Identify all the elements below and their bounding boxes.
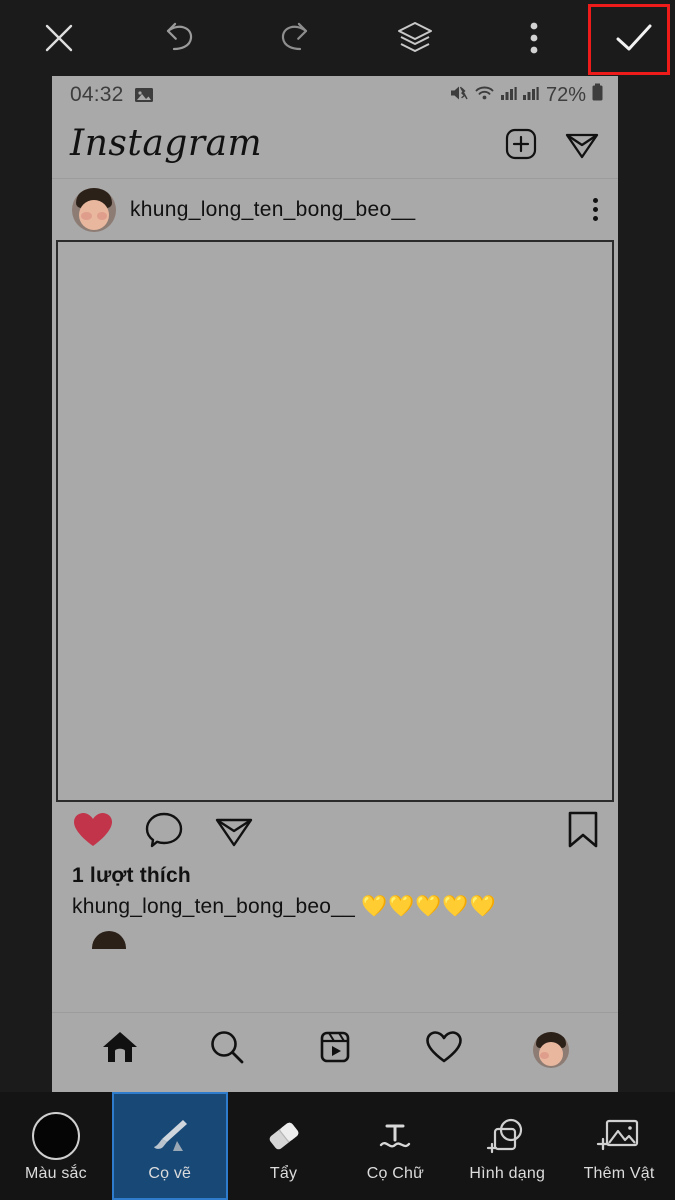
nav-profile-avatar[interactable] <box>533 1031 570 1068</box>
post-caption-block: 1 lượt thích khung_long_ten_bong_beo__ 💛💛… <box>52 862 618 949</box>
nav-home-button[interactable] <box>101 1029 139 1070</box>
tool-eraser[interactable]: Tẩy <box>228 1092 340 1200</box>
add-image-icon <box>596 1114 642 1158</box>
paint-brush-icon <box>149 1114 191 1158</box>
post-action-row <box>52 802 618 862</box>
instagram-bottom-nav <box>52 1012 618 1086</box>
signal-bars-icon-2 <box>522 84 539 107</box>
tool-object-label: Thêm Vật <box>583 1164 655 1182</box>
tool-brush-label: Cọ vẽ <box>148 1164 192 1182</box>
tool-color-label: Màu sắc <box>24 1164 87 1182</box>
tool-shape[interactable]: Hình dạng <box>451 1092 563 1200</box>
nav-activity-button[interactable] <box>424 1029 464 1070</box>
editor-top-toolbar <box>0 0 675 75</box>
nav-search-button[interactable] <box>208 1029 246 1070</box>
post-username[interactable]: khung_long_ten_bong_beo__ <box>130 198 415 222</box>
nav-reels-button[interactable] <box>316 1029 354 1070</box>
save-button[interactable] <box>566 810 600 855</box>
editor-tool-bar: Màu sắc Cọ vẽ Tẩy Cọ Chữ Hình dạng Thêm … <box>0 1092 675 1200</box>
tool-eraser-label: Tẩy <box>269 1164 298 1182</box>
layers-icon <box>394 18 436 58</box>
tool-brush[interactable]: Cọ vẽ <box>111 1092 228 1200</box>
color-circle-icon <box>31 1111 80 1160</box>
instagram-logo: Instagram <box>70 123 263 164</box>
status-right-icons: 72% <box>449 83 604 107</box>
screenshot-image-icon <box>134 86 154 104</box>
like-button[interactable] <box>72 811 114 854</box>
post-media[interactable] <box>56 240 614 802</box>
caption-author[interactable]: khung_long_ten_bong_beo__ <box>72 895 355 918</box>
more-vertical-icon <box>529 21 539 55</box>
tool-shape-label: Hình dạng <box>469 1164 546 1182</box>
close-icon <box>42 21 76 55</box>
signal-bars-icon <box>500 84 517 107</box>
text-brush-icon <box>373 1114 417 1158</box>
screen-editor-root: 04:32 72% Instagram khung_long_ten_bong_… <box>0 0 675 1200</box>
tool-text[interactable]: Cọ Chữ <box>339 1092 451 1200</box>
wifi-icon <box>474 84 495 107</box>
post-header: khung_long_ten_bong_beo__ <box>52 178 618 240</box>
check-icon <box>612 20 656 56</box>
eraser-icon <box>262 1114 306 1158</box>
instagram-header-actions <box>504 127 600 166</box>
direct-message-icon[interactable] <box>564 127 600 166</box>
tool-text-label: Cọ Chữ <box>366 1164 425 1182</box>
redo-icon <box>276 21 316 55</box>
undo-icon <box>158 21 198 55</box>
caption-emoji: 💛💛💛💛💛 <box>360 894 497 918</box>
share-button[interactable] <box>214 811 254 854</box>
comment-composer-avatar <box>92 931 126 949</box>
comment-button[interactable] <box>144 811 184 854</box>
likes-count[interactable]: 1 lượt thích <box>72 864 598 888</box>
battery-percent-label: 72% <box>545 83 586 106</box>
add-shape-icon <box>485 1114 529 1158</box>
battery-icon <box>591 83 604 107</box>
avatar[interactable] <box>72 187 116 232</box>
phone-status-bar: 04:32 72% <box>52 76 618 114</box>
instagram-header: Instagram <box>52 114 618 178</box>
screenshot-canvas[interactable]: 04:32 72% Instagram khung_long_ten_bong_… <box>52 76 618 1086</box>
mute-vibrate-icon <box>449 84 469 107</box>
status-time: 04:32 <box>70 83 124 106</box>
tool-add-object[interactable]: Thêm Vật <box>563 1092 675 1200</box>
undo-button[interactable] <box>119 0 238 75</box>
redo-button[interactable] <box>237 0 356 75</box>
more-options-button[interactable] <box>474 0 593 75</box>
add-post-icon[interactable] <box>504 127 538 166</box>
layers-button[interactable] <box>356 0 475 75</box>
post-more-options-icon[interactable] <box>593 198 602 221</box>
confirm-button[interactable] <box>593 0 675 75</box>
tool-color[interactable]: Màu sắc <box>0 1092 112 1200</box>
close-button[interactable] <box>0 0 119 75</box>
post-caption: khung_long_ten_bong_beo__ 💛💛💛💛💛 <box>72 894 598 919</box>
